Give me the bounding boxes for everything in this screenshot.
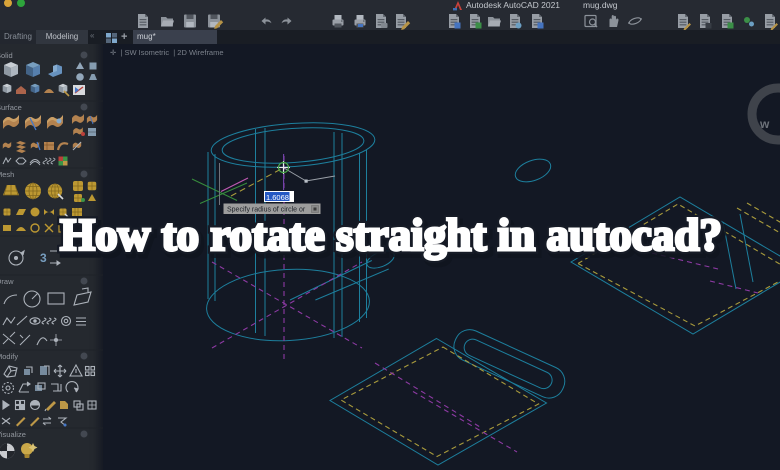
svg-text:How to rotate straight in auto: How to rotate straight in autocad? [60,210,722,260]
